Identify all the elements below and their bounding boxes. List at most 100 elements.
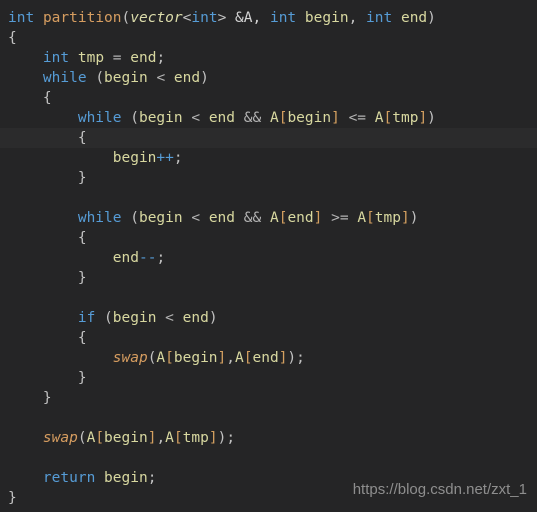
code-line[interactable]: { (0, 228, 537, 248)
code-token-punc: ) (200, 70, 209, 86)
code-token-op: && (243, 210, 262, 226)
code-line[interactable] (0, 188, 537, 208)
code-line[interactable]: } (0, 268, 537, 288)
code-line[interactable]: swap(A[begin],A[tmp]); (0, 428, 537, 448)
code-line[interactable]: while (begin < end && A[end] >= A[tmp]) (0, 208, 537, 228)
code-token-kw: return (42, 470, 96, 486)
code-token-kw: ++ (156, 150, 174, 166)
code-token-punc: , (226, 350, 236, 366)
code-token-punc: , (348, 10, 367, 26)
code-token-op: < (156, 70, 166, 86)
code-editor-content[interactable]: int partition(vector<int> &A, int begin,… (0, 0, 537, 508)
code-line[interactable] (0, 408, 537, 428)
code-screenshot: int partition(vector<int> &A, int begin,… (0, 0, 537, 512)
code-token-id: end (208, 210, 236, 226)
code-token-id: begin (104, 430, 148, 446)
code-line[interactable]: { (0, 328, 537, 348)
code-token-id: end (400, 10, 428, 26)
code-token-brk: ] (418, 110, 428, 126)
code-token-punc: { (77, 130, 87, 146)
code-token-brk: [ (95, 430, 105, 446)
code-token-op: && (243, 110, 262, 126)
code-token-id: tmp (182, 430, 209, 446)
code-token-id: begin (287, 110, 332, 126)
watermark-url: https://blog.csdn.net/zxt_1 (352, 481, 527, 498)
code-token-punc: ( (104, 310, 113, 326)
code-token-id: A (357, 210, 367, 226)
code-token-op: = (112, 50, 122, 66)
code-line[interactable]: { (0, 28, 537, 48)
code-token-punc: } (8, 490, 17, 506)
code-line[interactable]: int partition(vector<int> &A, int begin,… (0, 8, 537, 28)
code-line[interactable]: while (begin < end) (0, 68, 537, 88)
code-token-brk: [ (173, 430, 183, 446)
code-token-punc: } (77, 370, 87, 386)
code-line[interactable]: begin++; (0, 148, 537, 168)
code-token-punc: } (77, 270, 87, 286)
code-token-punc: } (42, 390, 52, 406)
code-token-punc: ) (217, 430, 227, 446)
code-token-id: end (130, 50, 157, 66)
code-line[interactable] (0, 448, 537, 468)
code-token-id: begin (138, 210, 183, 226)
code-token-id: tmp (374, 210, 401, 226)
code-token-punc: > (217, 10, 227, 26)
code-token-kw: int (269, 10, 297, 26)
code-token-kw: int (8, 10, 35, 26)
code-line[interactable] (0, 288, 537, 308)
code-line[interactable]: int tmp = end; (0, 48, 537, 68)
code-token-id: A (156, 350, 166, 366)
code-token-fni: swap (112, 350, 148, 366)
code-token-punc: ( (130, 110, 139, 126)
code-token-punc: ) (287, 350, 297, 366)
code-line[interactable]: while (begin < end && A[begin] <= A[tmp]… (0, 108, 537, 128)
code-token-id: tmp (77, 50, 105, 66)
code-token-kw: int (191, 10, 218, 26)
code-token-punc: ) (427, 110, 436, 126)
code-token-type: vector (130, 10, 183, 26)
code-token-kw: if (77, 310, 96, 326)
code-token-id: A (165, 430, 174, 446)
code-token-punc: ( (121, 10, 131, 26)
code-line[interactable]: { (0, 88, 537, 108)
code-token-op: <= (348, 110, 367, 126)
code-token-id: begin (112, 310, 157, 326)
code-token-op: < (165, 310, 174, 326)
code-token-id: end (173, 70, 201, 86)
code-line[interactable]: if (begin < end) (0, 308, 537, 328)
code-line[interactable]: } (0, 168, 537, 188)
code-token-id: begin (173, 350, 218, 366)
code-line[interactable]: } (0, 368, 537, 388)
code-line[interactable]: end--; (0, 248, 537, 268)
code-line[interactable]: } (0, 388, 537, 408)
code-token-brk: [ (366, 210, 375, 226)
code-token-op: < (191, 110, 201, 126)
code-token-brk: ] (400, 210, 410, 226)
code-token-kw: -- (138, 250, 157, 266)
code-token-brk: ] (217, 350, 227, 366)
code-line[interactable]: { (0, 128, 537, 148)
code-token-id: end (252, 350, 279, 366)
code-line[interactable]: swap(A[begin],A[end]); (0, 348, 537, 368)
code-token-punc: { (42, 90, 52, 106)
